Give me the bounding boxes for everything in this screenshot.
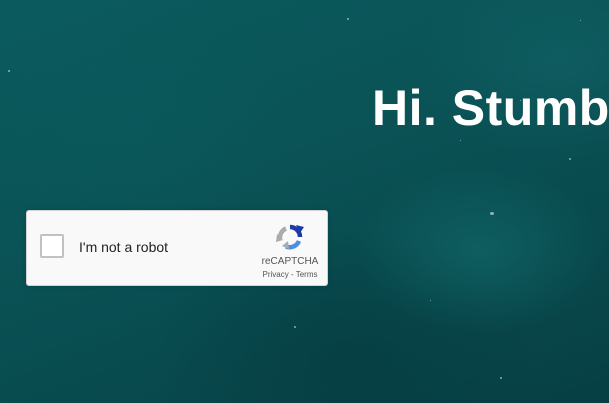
terms-link[interactable]: Terms [296, 270, 318, 279]
recaptcha-logo-icon [276, 224, 304, 250]
not-a-robot-checkbox[interactable] [40, 234, 64, 258]
ocean-background [0, 0, 609, 403]
background-speck [580, 20, 581, 21]
background-speck [8, 70, 10, 72]
links-separator: - [288, 270, 296, 279]
recaptcha-links: Privacy - Terms [255, 270, 325, 280]
recaptcha-branding: reCAPTCHA Privacy - Terms [255, 221, 325, 283]
background-speck [294, 326, 296, 328]
background-speck [569, 158, 571, 160]
background-speck [430, 300, 431, 301]
background-speck [490, 212, 494, 215]
background-speck [500, 377, 502, 379]
background-speck [460, 140, 461, 141]
page-heading: Hi. Stumb [372, 79, 609, 136]
not-a-robot-label: I'm not a robot [79, 239, 169, 255]
background-speck [347, 18, 349, 20]
privacy-link[interactable]: Privacy [263, 270, 289, 279]
recaptcha-widget: I'm not a robot reCAPTCHA Privacy - Term… [26, 210, 328, 286]
recaptcha-brand-text: reCAPTCHA [261, 256, 319, 267]
